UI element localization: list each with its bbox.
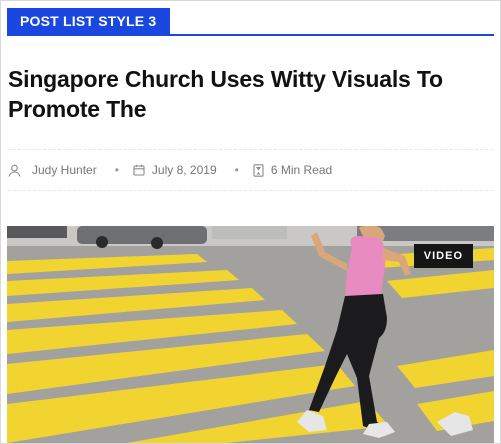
post-date: July 8, 2019 [151,163,217,177]
section-header: POST LIST STYLE 3 [7,8,494,36]
meta-separator: • [234,163,239,177]
post-list-widget: POST LIST STYLE 3 Singapore Church Uses … [0,0,501,444]
section-divider [7,34,494,36]
read-time: 6 Min Read [270,163,333,177]
hourglass-icon [253,163,264,177]
calendar-icon [133,164,145,176]
post-meta: Judy Hunter • July 8, 2019 • 6 Min Read [8,149,493,191]
video-badge[interactable]: VIDEO [413,244,473,268]
meta-separator: • [114,163,119,177]
post-title[interactable]: Singapore Church Uses Witty Visuals To P… [8,64,488,124]
section-title: POST LIST STYLE 3 [7,8,170,34]
meta-read-time: 6 Min Read [253,163,332,177]
author-name: Judy Hunter [32,163,97,177]
post-featured-image[interactable]: VIDEO [7,226,494,443]
meta-date: July 8, 2019 [133,163,217,177]
meta-author[interactable]: Judy Hunter [8,163,97,177]
user-icon [8,164,21,177]
